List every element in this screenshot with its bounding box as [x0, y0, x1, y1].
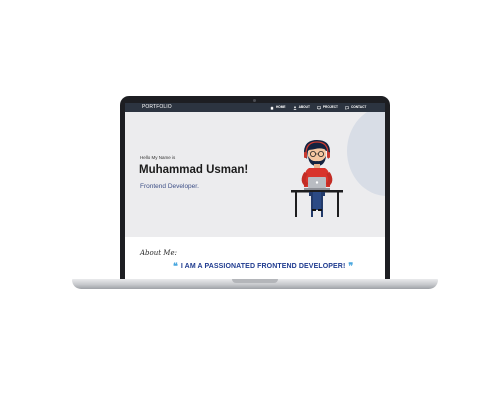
hero-decor-circle	[347, 112, 385, 196]
nav-contact[interactable]: CONTACT	[345, 103, 366, 112]
quote-close-icon: ❞	[348, 261, 354, 271]
webcam	[253, 99, 256, 102]
nav-project-label: PROJECT	[322, 105, 338, 109]
hero-role: Frontend Developer.	[140, 183, 199, 190]
hero-name: Muhammad Usman!	[139, 164, 249, 176]
laptop-lid: PORTFOLIO HOME ABOUT PROJECT CONTACT Hel…	[120, 96, 390, 280]
nav-links: HOME ABOUT PROJECT CONTACT	[270, 103, 366, 112]
site-logo[interactable]: PORTFOLIO	[142, 104, 172, 111]
chat-icon	[345, 105, 349, 110]
about-tagline: ❝ I AM A PASSIONATED FRONTEND DEVELOPER!…	[173, 261, 354, 271]
user-icon	[292, 105, 297, 110]
laptop-notch	[232, 279, 278, 283]
nav-about[interactable]: ABOUT	[292, 103, 310, 112]
developer-illustration	[291, 140, 343, 217]
nav-project[interactable]: PROJECT	[317, 103, 338, 112]
quote-open-icon: ❝	[173, 261, 178, 271]
nav-home-label: HOME	[276, 105, 286, 109]
nav-contact-label: CONTACT	[350, 105, 367, 109]
about-title: About Me:	[140, 249, 177, 257]
site-navbar: PORTFOLIO HOME ABOUT PROJECT CONTACT	[125, 103, 385, 112]
about-section: About Me: ❝ I AM A PASSIONATED FRONTEND …	[125, 237, 385, 280]
hero-greeting: Hello My Name is	[140, 155, 176, 160]
home-icon	[270, 105, 274, 110]
hero-section: Hello My Name is Muhammad Usman! Fronten…	[125, 112, 385, 237]
laptop-screen: PORTFOLIO HOME ABOUT PROJECT CONTACT Hel…	[125, 103, 385, 280]
nav-about-label: ABOUT	[298, 105, 310, 109]
laptop-mockup: PORTFOLIO HOME ABOUT PROJECT CONTACT Hel…	[0, 0, 500, 400]
monitor-icon	[317, 105, 321, 110]
nav-home[interactable]: HOME	[270, 103, 286, 112]
tagline-text: I AM A PASSIONATED FRONTEND DEVELOPER!	[180, 262, 346, 270]
laptop-base	[72, 279, 438, 289]
